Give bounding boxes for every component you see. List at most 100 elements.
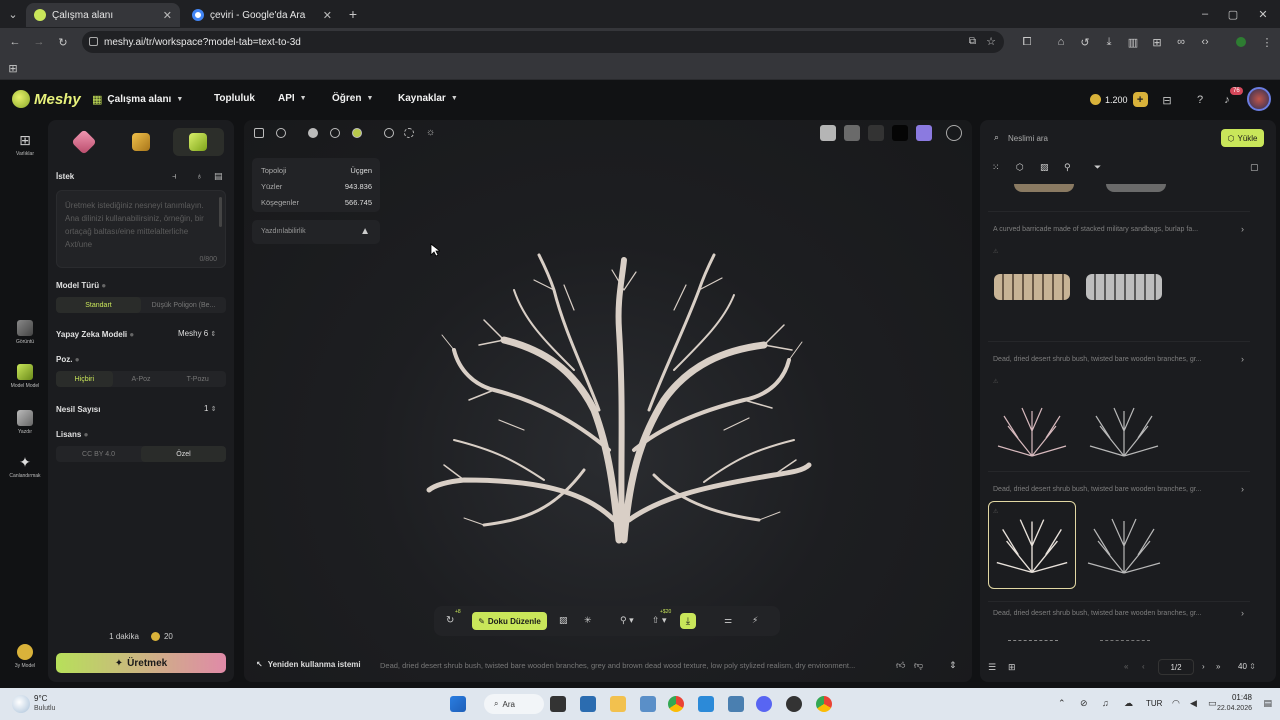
3d-viewport[interactable]: ☼ Topoloji Üçgen Yüzler 943.836 Köşegenl…	[244, 120, 972, 682]
pose-none[interactable]: Hiçbiri	[56, 371, 113, 387]
license-ccby[interactable]: CC BY 4.0	[56, 446, 141, 462]
install-app-icon[interactable]: ⧉	[969, 36, 976, 47]
solid-shading-icon[interactable]	[308, 128, 318, 138]
close-tab-icon[interactable]: ✕	[323, 9, 332, 22]
prev-page-icon[interactable]: ‹	[1142, 662, 1145, 671]
tray-speaker-icon[interactable]: ◀	[1190, 698, 1197, 709]
task-view-icon[interactable]	[550, 696, 566, 712]
trash-icon[interactable]: ▥	[1126, 35, 1140, 49]
texture-shading-icon[interactable]	[352, 128, 362, 138]
chevron-right-icon[interactable]: ›	[1241, 354, 1244, 364]
download-button[interactable]: ⤓	[680, 613, 696, 629]
print-export-icon[interactable]: ⇧ ▾	[652, 615, 667, 626]
thumbnail[interactable]	[1080, 256, 1168, 344]
file-explorer-icon[interactable]	[610, 696, 626, 712]
vscode-icon[interactable]	[698, 696, 714, 712]
add-credits-button[interactable]: +	[1132, 92, 1148, 107]
license-private[interactable]: Özel	[141, 446, 226, 462]
avatar[interactable]	[1247, 87, 1271, 111]
retexture-button[interactable]: ✎ Doku Düzenle	[472, 612, 547, 630]
apps-grid-icon[interactable]: ⊞	[6, 61, 20, 75]
rail-assets[interactable]: ⊞ Varlıklar	[0, 132, 50, 157]
tray-mic-icon[interactable]: ♫	[1102, 698, 1109, 708]
funnel-icon[interactable]: ⏷	[1094, 162, 1101, 173]
cube-filter-icon[interactable]: ⬡	[1016, 162, 1024, 173]
chrome-icon[interactable]	[668, 696, 684, 712]
upload-button[interactable]: ⬡ Yükle	[1221, 129, 1264, 147]
nav-resources[interactable]: Kaynaklar ▼	[398, 93, 458, 104]
last-page-icon[interactable]: »	[1216, 662, 1220, 671]
close-window-button[interactable]: ✕	[1256, 7, 1270, 21]
rail-animate[interactable]: ✦ Canlandırmak	[0, 454, 50, 479]
reuse-prompt-button[interactable]: ↖ Yeniden kullanma istemi	[256, 660, 361, 669]
tray-language[interactable]: TUR	[1146, 699, 1162, 708]
tab-search-icon[interactable]: ⌄	[6, 7, 20, 21]
history-card[interactable]: Dead, dried desert shrub bush, twisted b…	[988, 476, 1250, 602]
minimize-button[interactable]: –	[1198, 7, 1212, 21]
rail-3d-model[interactable]: 3y Model	[0, 644, 50, 669]
generate-button[interactable]: ✦ Üretmek	[56, 653, 226, 673]
profile-icon[interactable]	[1234, 35, 1248, 49]
prompt-textarea[interactable]: Üretmek istediğiniz nesneyi tanımlayın. …	[56, 190, 226, 268]
ext-a-icon[interactable]: ⌂	[1054, 35, 1068, 49]
select-mode-icon[interactable]: ▢	[1250, 162, 1259, 173]
nav-community[interactable]: Topluluk	[214, 93, 255, 104]
bg-swatch-black[interactable]	[892, 125, 908, 141]
gen-count-select[interactable]: 1 ⇕	[204, 404, 217, 413]
bg-swatch-mid[interactable]	[844, 125, 860, 141]
maximize-button[interactable]: ▢	[1226, 7, 1240, 21]
thumbnail[interactable]	[988, 386, 1076, 474]
logo[interactable]: Meshy	[12, 90, 81, 108]
app-window-icon[interactable]	[640, 696, 656, 712]
site-info-icon[interactable]	[89, 37, 98, 46]
code-icon[interactable]: ‹›	[1198, 35, 1212, 49]
notification-bell-icon[interactable]: ♪	[1220, 93, 1234, 107]
expand-icon[interactable]: ⇕	[949, 660, 957, 671]
rail-print[interactable]: Yazdır	[0, 410, 50, 435]
remesh-icon[interactable]: ↻	[446, 615, 454, 626]
clock-date[interactable]: 22.04.2026	[1217, 705, 1252, 712]
terminal-icon[interactable]	[728, 696, 744, 712]
extensions-icon[interactable]: ⧠	[1020, 35, 1034, 49]
chevron-right-icon[interactable]: ›	[1241, 224, 1244, 234]
animate-icon[interactable]: ⚡	[752, 615, 758, 626]
next-page-icon[interactable]: ›	[1202, 662, 1205, 671]
chrome-profile-icon[interactable]	[816, 696, 832, 712]
rail-model[interactable]: Model Model	[0, 364, 50, 389]
new-tab-button[interactable]: +	[346, 6, 360, 22]
wireframe-icon[interactable]	[384, 128, 394, 138]
prompt-tools-icon[interactable]: ⫞	[172, 171, 177, 182]
clock-time[interactable]: 01:48	[1232, 693, 1252, 702]
rig-icon[interactable]: ⚲ ▾	[620, 615, 634, 626]
menu-kebab-icon[interactable]: ⋮	[1260, 35, 1274, 49]
obs-icon[interactable]	[786, 696, 802, 712]
sun-icon[interactable]: ☼	[426, 128, 436, 138]
tab-text-to-3d[interactable]	[172, 128, 224, 156]
chevron-right-icon[interactable]: ›	[1241, 608, 1244, 618]
tray-wifi-icon[interactable]: ◠	[1172, 698, 1180, 709]
grid-filter-icon[interactable]: ⁙	[992, 162, 1000, 173]
printability-box[interactable]: Yazdırılabilirlik ▲	[252, 220, 380, 244]
bg-swatch-light[interactable]	[820, 125, 836, 141]
history-card[interactable]: Dead, dried desert shrub bush, twisted b…	[988, 346, 1250, 472]
per-page-select[interactable]: 40 ⇕	[1238, 662, 1256, 671]
bg-swatch-dark[interactable]	[868, 125, 884, 141]
history-icon[interactable]: ↺	[1078, 35, 1092, 49]
discord-icon[interactable]	[756, 696, 772, 712]
texture-pattern-icon[interactable]: ▨	[559, 615, 568, 626]
thumbs-up-icon[interactable]: 👍︎	[896, 660, 905, 671]
settings-gear-icon[interactable]	[946, 125, 962, 141]
light-icon[interactable]	[404, 128, 414, 138]
page-indicator[interactable]: 1/2	[1158, 659, 1194, 675]
asterisk-icon[interactable]: ✳	[584, 615, 592, 626]
thumbnail[interactable]	[988, 256, 1076, 344]
history-card[interactable]: A curved barricade made of stacked milit…	[988, 216, 1250, 342]
adjust-icon[interactable]: ⚌	[724, 615, 732, 626]
gift-icon[interactable]: ⊟	[1160, 93, 1174, 107]
forward-icon[interactable]: →	[32, 35, 46, 49]
model-type-lowpoly[interactable]: Düşük Poligon (Be...	[141, 297, 226, 313]
grid-view-icon[interactable]: ⊞	[1008, 662, 1016, 673]
animation-filter-icon[interactable]: ⚲	[1064, 162, 1071, 173]
thumbnail[interactable]	[1080, 501, 1168, 589]
notification-center-icon[interactable]: ▤	[1263, 698, 1272, 709]
